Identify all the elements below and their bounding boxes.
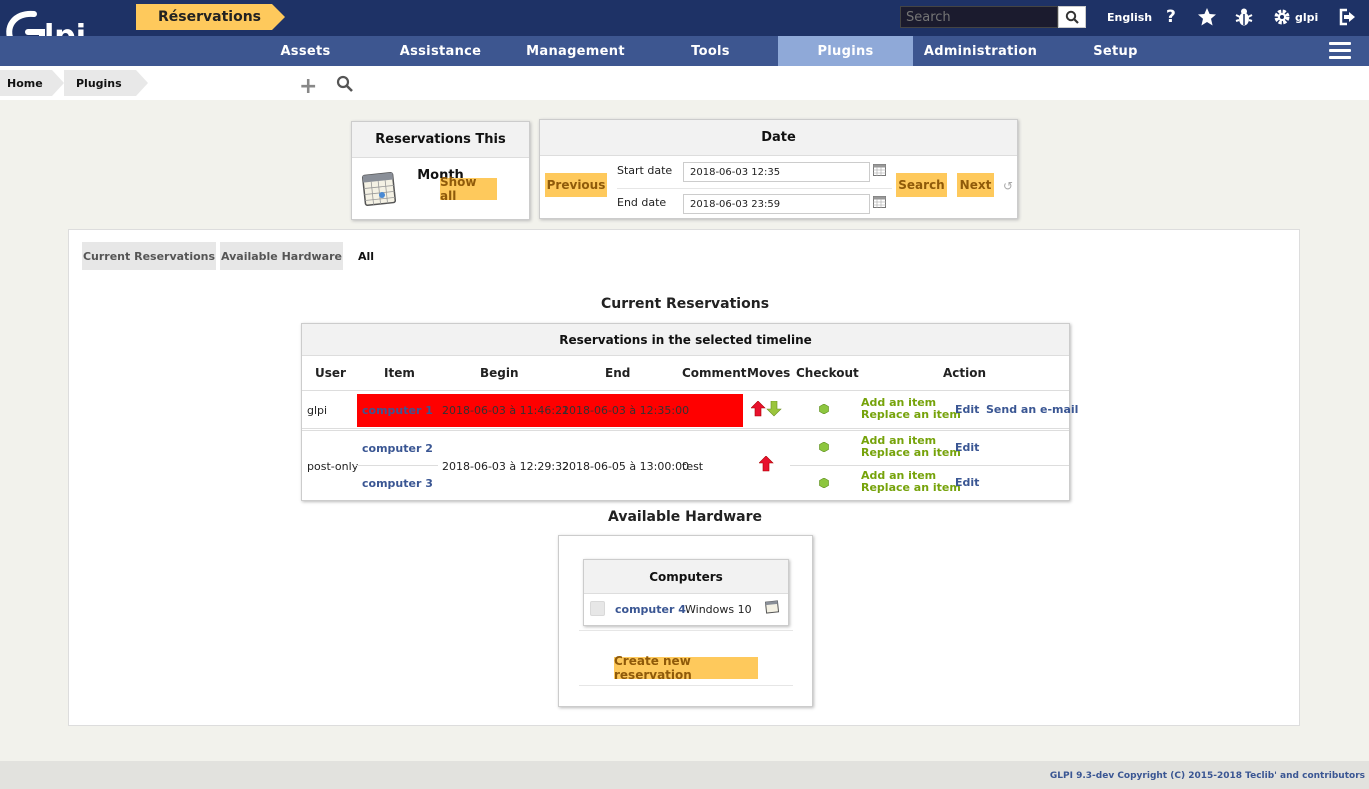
next-button[interactable]: Next [957,173,994,197]
tab-available-hardware[interactable]: Available Hardware [220,242,343,270]
available-hardware-title: Available Hardware [607,509,762,525]
column-header-moves: Moves [747,366,791,380]
panel-title: Reservations This Month [352,122,529,183]
bug-icon[interactable] [1235,6,1253,28]
moves-arrows [751,401,782,417]
column-header-checkout: Checkout [796,366,859,380]
move-up-icon[interactable] [759,456,775,472]
item-link[interactable]: computer 2 [362,442,433,455]
panel-title: Date [540,120,1017,156]
star-icon[interactable] [1197,6,1217,28]
column-header-end: End [605,366,631,380]
reservations-month-panel: Reservations This Month Show all [351,121,530,220]
tab-current-reservations[interactable]: Current Reservations [82,242,216,270]
language-selector[interactable]: English [1107,6,1152,28]
calendar-icon[interactable] [765,600,780,614]
menu-management[interactable]: Management [508,36,643,66]
hardware-item-link[interactable]: computer 4 [615,603,686,616]
start-date-label: Start date [617,164,673,177]
checkout-status-icon [819,478,829,488]
user-settings[interactable]: glpi [1273,6,1318,28]
hamburger-menu-icon[interactable] [1329,42,1351,60]
search-icon[interactable] [336,75,354,93]
search-icon [1065,10,1079,24]
show-all-button[interactable]: Show all [440,175,497,203]
column-header-user: User [315,366,346,380]
edit-link[interactable]: Edit [955,476,979,489]
main-menu: Assets Assistance Management Tools Plugi… [0,36,1369,66]
menu-assets[interactable]: Assets [238,36,373,66]
item-link[interactable]: computer 1 [362,404,433,417]
table-title: Reservations in the selected timeline [302,324,1069,356]
main-content: Current Reservations Available Hardware … [68,229,1300,726]
menu-assistance[interactable]: Assistance [373,36,508,66]
breadcrumb-home[interactable]: Home [0,70,52,96]
date-filter-panel: Date Previous Start date End date Search… [539,119,1018,219]
column-header-comment: Comment [682,366,747,380]
tab-all[interactable]: All [347,242,385,270]
row-end: 2018-06-03 à 12:35:00 [562,404,690,417]
checkout-status-icon [819,442,829,452]
help-icon[interactable]: ? [1166,6,1176,28]
breadcrumb-current[interactable]: Réservations [136,4,272,30]
row-comment: test [682,460,704,473]
row-user: post-only [307,460,359,473]
footer: GLPI 9.3-dev Copyright (C) 2015-2018 Tec… [0,761,1369,789]
row-begin: 2018-06-03 à 12:29:32 [442,460,570,473]
menu-tools[interactable]: Tools [643,36,778,66]
send-email-link[interactable]: Send an e-mail [986,403,1078,416]
copyright-link[interactable]: GLPI 9.3-dev Copyright (C) 2015-2018 Tec… [1050,771,1365,781]
replace-item-link[interactable]: Replace an item [861,482,961,494]
end-date-input[interactable] [683,194,870,214]
edit-link[interactable]: Edit [955,403,979,416]
available-hardware-panel: Computers computer 4 Windows 10 Create n… [558,535,813,707]
item-link[interactable]: computer 3 [362,477,433,490]
select-checkbox[interactable] [590,601,605,616]
group-title: Computers [584,560,788,594]
replace-item-link[interactable]: Replace an item [861,447,961,459]
add-icon[interactable]: + [299,74,317,99]
breadcrumb: Home Plugins [0,66,1369,100]
computers-group: Computers computer 4 Windows 10 [583,559,789,626]
replace-item-link[interactable]: Replace an item [861,409,961,421]
previous-button[interactable]: Previous [545,173,607,197]
calendar-icon [361,171,397,207]
search-button[interactable] [1058,6,1086,28]
menu-administration[interactable]: Administration [913,36,1048,66]
reset-icon[interactable]: ↺ [1003,179,1013,193]
breadcrumb-plugins[interactable]: Plugins [64,70,136,96]
gear-icon [1274,9,1290,25]
row-user: glpi [307,404,328,417]
row-begin: 2018-06-03 à 11:46:21 [442,404,570,417]
column-header-action: Action [943,366,987,380]
logout-icon[interactable] [1339,6,1359,28]
calendar-icon[interactable] [873,163,886,176]
checkout-status-icon [819,404,829,414]
create-reservation-button[interactable]: Create new reservation [614,654,758,682]
edit-link[interactable]: Edit [955,441,979,454]
global-search-input[interactable] [900,6,1058,28]
calendar-icon[interactable] [873,195,886,208]
end-date-label: End date [617,196,667,209]
row-end: 2018-06-05 à 13:00:00 [562,460,690,473]
start-date-input[interactable] [683,162,870,182]
reservations-table: Reservations in the selected timeline Us… [301,323,1078,501]
menu-plugins[interactable]: Plugins [778,36,913,66]
menu-setup[interactable]: Setup [1048,36,1183,66]
hardware-os: Windows 10 [685,603,752,616]
search-dates-button[interactable]: Search [896,173,947,197]
username-label: glpi [1295,10,1319,24]
current-reservations-title: Current Reservations [600,296,770,312]
column-header-item: Item [384,366,415,380]
move-up-icon[interactable] [751,401,766,417]
column-header-begin: Begin [480,366,519,380]
move-down-icon[interactable] [766,401,782,417]
